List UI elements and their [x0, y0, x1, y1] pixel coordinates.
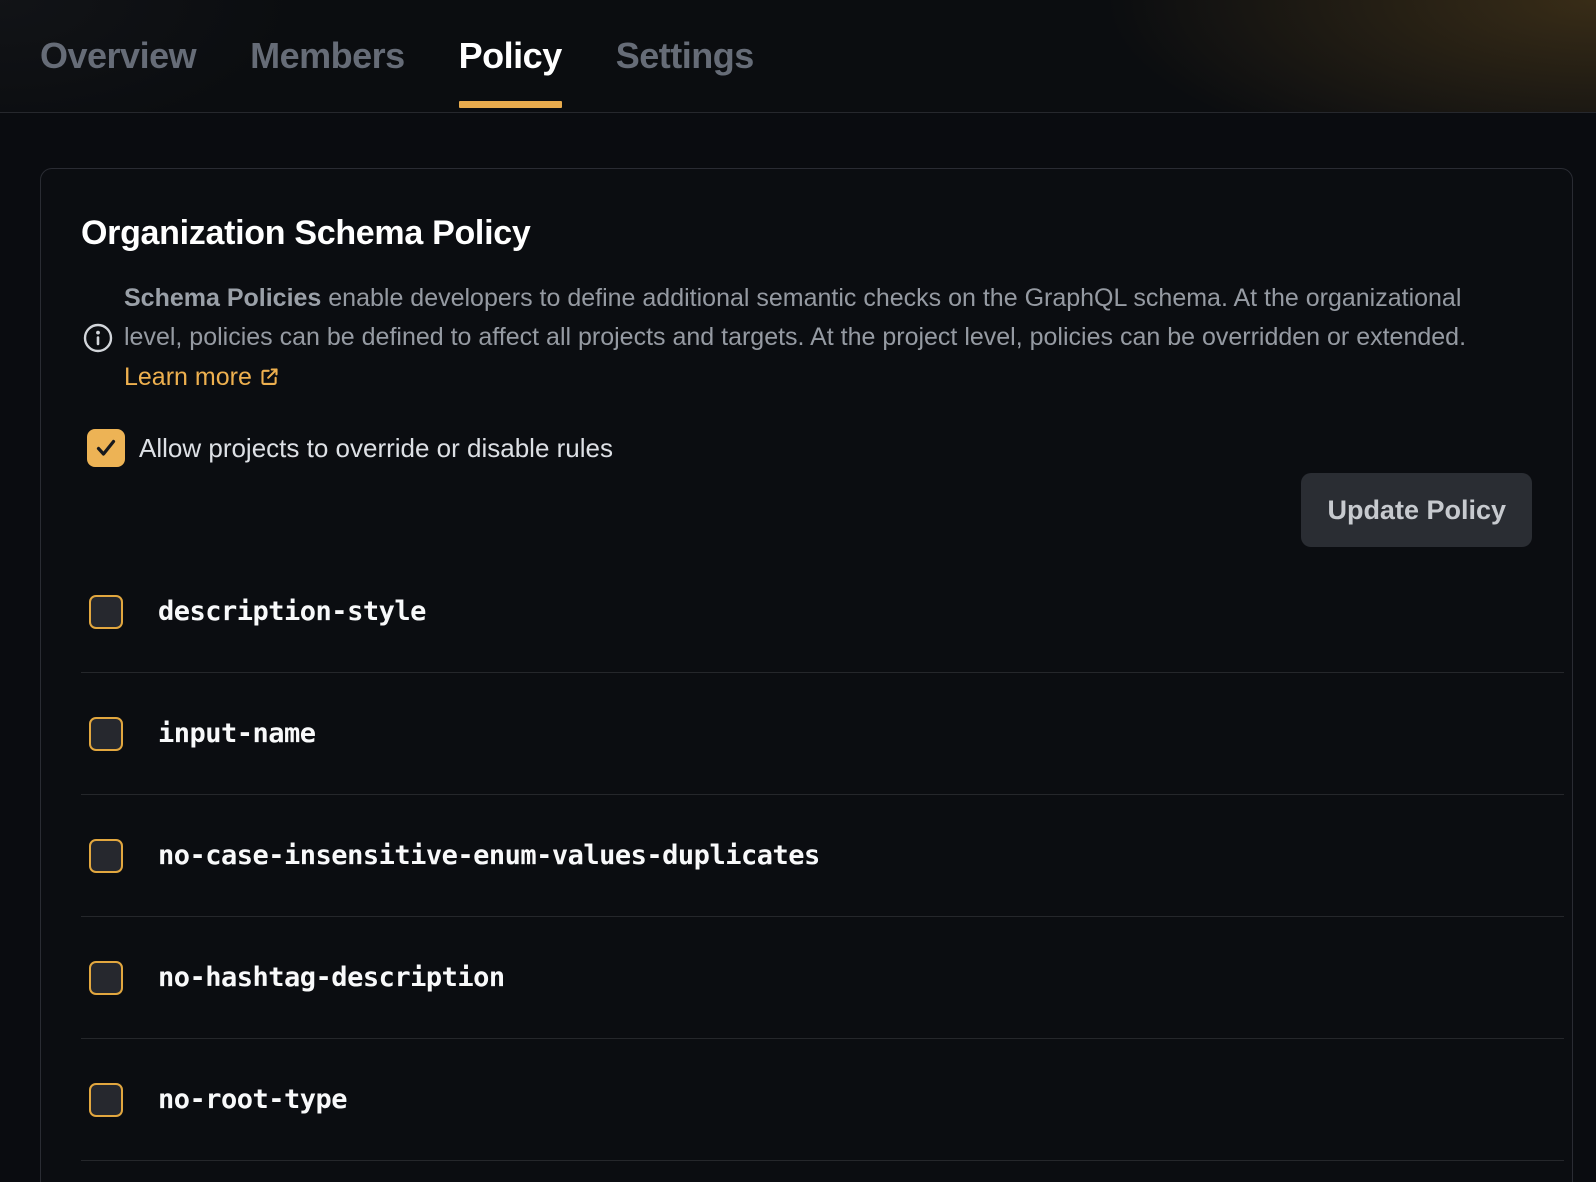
rule-checkbox[interactable] — [89, 717, 123, 751]
rule-name: no-root-type — [158, 1084, 347, 1115]
rule-checkbox[interactable] — [89, 1083, 123, 1117]
rule-row-no-hashtag-description: no-hashtag-description — [81, 917, 1564, 1039]
tab-members[interactable]: Members — [250, 0, 405, 112]
schema-policy-card: Organization Schema Policy Schema Polici… — [40, 168, 1573, 1182]
update-policy-button[interactable]: Update Policy — [1301, 473, 1532, 547]
info-circle-icon — [83, 323, 113, 353]
checkmark-icon — [93, 435, 119, 461]
policy-info-note: Schema Policies enable developers to def… — [83, 279, 1532, 398]
external-link-icon — [259, 360, 280, 381]
rule-checkbox[interactable] — [89, 961, 123, 995]
rule-name: no-hashtag-description — [158, 962, 505, 993]
override-checkbox-row: Allow projects to override or disable ru… — [87, 429, 1532, 467]
rule-checkbox[interactable] — [89, 839, 123, 873]
policy-description: Schema Policies enable developers to def… — [124, 279, 1496, 398]
rule-row-no-root-type: no-root-type — [81, 1039, 1564, 1161]
policy-description-body: enable developers to define additional s… — [124, 284, 1466, 352]
actions-row: Update Policy — [81, 473, 1532, 547]
rule-name: input-name — [158, 718, 316, 749]
rule-name: no-case-insensitive-enum-values-duplicat… — [158, 840, 820, 871]
override-checkbox-label: Allow projects to override or disable ru… — [139, 433, 613, 464]
rules-list: description-style input-name no-case-ins… — [81, 551, 1564, 1161]
tab-overview[interactable]: Overview — [40, 0, 196, 112]
override-checkbox[interactable] — [87, 429, 125, 467]
tab-policy[interactable]: Policy — [459, 0, 562, 112]
tab-settings[interactable]: Settings — [616, 0, 754, 112]
learn-more-label: Learn more — [124, 363, 252, 391]
rule-row-description-style: description-style — [81, 551, 1564, 673]
top-tab-bar: Overview Members Policy Settings — [0, 0, 1596, 113]
rule-row-no-case-insensitive-enum-values-duplicates: no-case-insensitive-enum-values-duplicat… — [81, 795, 1564, 917]
page-title: Organization Schema Policy — [81, 213, 1532, 254]
rule-name: description-style — [158, 596, 426, 627]
policy-description-bold: Schema Policies — [124, 284, 321, 312]
tab-list: Overview Members Policy Settings — [40, 0, 754, 112]
rule-checkbox[interactable] — [89, 595, 123, 629]
rule-row-input-name: input-name — [81, 673, 1564, 795]
learn-more-link[interactable]: Learn more — [124, 363, 280, 391]
